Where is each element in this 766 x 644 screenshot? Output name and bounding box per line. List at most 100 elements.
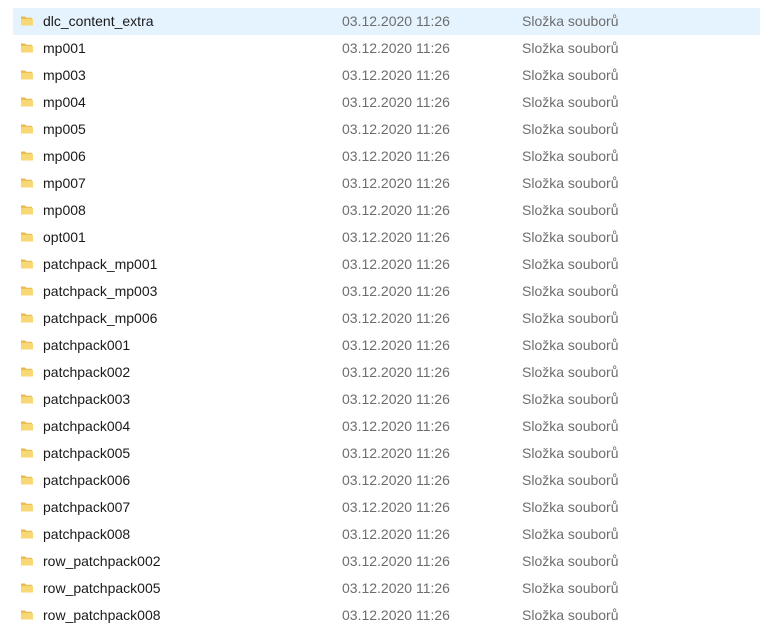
file-date-modified: 03.12.2020 11:26	[342, 337, 450, 353]
file-row[interactable]: patchpack007 03.12.2020 11:26 Složka sou…	[13, 494, 760, 521]
file-row[interactable]: row_patchpack008 03.12.2020 11:26 Složka…	[13, 602, 760, 629]
file-type: Složka souborů	[522, 202, 619, 218]
file-name: opt001	[43, 229, 86, 245]
file-type: Složka souborů	[522, 499, 619, 515]
file-name: mp003	[43, 67, 86, 83]
folder-icon	[20, 527, 34, 541]
file-row[interactable]: mp007 03.12.2020 11:26 Složka souborů	[13, 170, 760, 197]
file-name: row_patchpack008	[43, 607, 161, 623]
folder-icon	[20, 446, 34, 460]
file-date-modified: 03.12.2020 11:26	[342, 148, 450, 164]
file-name: row_patchpack002	[43, 553, 161, 569]
file-name: mp008	[43, 202, 86, 218]
folder-icon	[20, 41, 34, 55]
file-date-modified: 03.12.2020 11:26	[342, 310, 450, 326]
file-name: patchpack_mp006	[43, 310, 158, 326]
file-date-modified: 03.12.2020 11:26	[342, 94, 450, 110]
file-name: patchpack_mp001	[43, 256, 158, 272]
file-date-modified: 03.12.2020 11:26	[342, 67, 450, 83]
file-type: Složka souborů	[522, 94, 619, 110]
file-row[interactable]: patchpack003 03.12.2020 11:26 Složka sou…	[13, 386, 760, 413]
file-row[interactable]: patchpack002 03.12.2020 11:26 Složka sou…	[13, 359, 760, 386]
file-date-modified: 03.12.2020 11:26	[342, 418, 450, 434]
file-type: Složka souborů	[522, 472, 619, 488]
file-row[interactable]: patchpack001 03.12.2020 11:26 Složka sou…	[13, 332, 760, 359]
folder-icon	[20, 500, 34, 514]
folder-icon	[20, 230, 34, 244]
file-row[interactable]: patchpack_mp001 03.12.2020 11:26 Složka …	[13, 251, 760, 278]
folder-icon	[20, 68, 34, 82]
folder-icon	[20, 176, 34, 190]
folder-icon	[20, 14, 34, 28]
file-type: Složka souborů	[522, 580, 619, 596]
file-date-modified: 03.12.2020 11:26	[342, 175, 450, 191]
file-row[interactable]: opt001 03.12.2020 11:26 Složka souborů	[13, 224, 760, 251]
file-type: Složka souborů	[522, 310, 619, 326]
file-type: Složka souborů	[522, 418, 619, 434]
file-type: Složka souborů	[522, 13, 619, 29]
file-type: Složka souborů	[522, 148, 619, 164]
file-row[interactable]: patchpack006 03.12.2020 11:26 Složka sou…	[13, 467, 760, 494]
file-name: patchpack005	[43, 445, 131, 461]
file-date-modified: 03.12.2020 11:26	[342, 391, 450, 407]
file-row[interactable]: mp006 03.12.2020 11:26 Složka souborů	[13, 143, 760, 170]
file-type: Složka souborů	[522, 40, 619, 56]
file-date-modified: 03.12.2020 11:26	[342, 607, 450, 623]
folder-icon	[20, 257, 34, 271]
folder-icon	[20, 608, 34, 622]
file-name: mp004	[43, 94, 86, 110]
file-name: dlc_content_extra	[43, 13, 154, 29]
file-name: mp005	[43, 121, 86, 137]
file-name: patchpack007	[43, 499, 131, 515]
file-row[interactable]: mp004 03.12.2020 11:26 Složka souborů	[13, 89, 760, 116]
folder-icon	[20, 284, 34, 298]
folder-icon	[20, 581, 34, 595]
file-type: Složka souborů	[522, 121, 619, 137]
file-date-modified: 03.12.2020 11:26	[342, 40, 450, 56]
file-type: Složka souborů	[522, 553, 619, 569]
folder-icon	[20, 554, 34, 568]
file-name: mp001	[43, 40, 86, 56]
file-type: Složka souborů	[522, 391, 619, 407]
folder-icon	[20, 203, 34, 217]
file-date-modified: 03.12.2020 11:26	[342, 13, 450, 29]
file-name: patchpack008	[43, 526, 131, 542]
file-row[interactable]: patchpack_mp006 03.12.2020 11:26 Složka …	[13, 305, 760, 332]
file-row[interactable]: mp008 03.12.2020 11:26 Složka souborů	[13, 197, 760, 224]
file-name: patchpack_mp003	[43, 283, 158, 299]
file-date-modified: 03.12.2020 11:26	[342, 121, 450, 137]
file-type: Složka souborů	[522, 526, 619, 542]
file-date-modified: 03.12.2020 11:26	[342, 580, 450, 596]
file-row[interactable]: row_patchpack005 03.12.2020 11:26 Složka…	[13, 575, 760, 602]
file-name: row_patchpack005	[43, 580, 161, 596]
file-date-modified: 03.12.2020 11:26	[342, 526, 450, 542]
file-row[interactable]: dlc_content_extra 03.12.2020 11:26 Složk…	[13, 8, 760, 35]
folder-icon	[20, 122, 34, 136]
file-name: mp007	[43, 175, 86, 191]
file-row[interactable]: row_patchpack002 03.12.2020 11:26 Složka…	[13, 548, 760, 575]
folder-icon	[20, 95, 34, 109]
folder-icon	[20, 419, 34, 433]
file-row[interactable]: mp005 03.12.2020 11:26 Složka souborů	[13, 116, 760, 143]
file-type: Složka souborů	[522, 607, 619, 623]
file-row[interactable]: patchpack_mp003 03.12.2020 11:26 Složka …	[13, 278, 760, 305]
file-date-modified: 03.12.2020 11:26	[342, 499, 450, 515]
file-type: Složka souborů	[522, 364, 619, 380]
folder-icon	[20, 149, 34, 163]
folder-icon	[20, 365, 34, 379]
folder-icon	[20, 311, 34, 325]
file-row[interactable]: patchpack004 03.12.2020 11:26 Složka sou…	[13, 413, 760, 440]
file-row[interactable]: mp003 03.12.2020 11:26 Složka souborů	[13, 62, 760, 89]
folder-icon	[20, 473, 34, 487]
file-name: patchpack004	[43, 418, 131, 434]
file-name: patchpack003	[43, 391, 131, 407]
folder-icon	[20, 392, 34, 406]
file-row[interactable]: patchpack005 03.12.2020 11:26 Složka sou…	[13, 440, 760, 467]
file-type: Složka souborů	[522, 256, 619, 272]
file-row[interactable]: mp001 03.12.2020 11:26 Složka souborů	[13, 35, 760, 62]
file-type: Složka souborů	[522, 445, 619, 461]
file-type: Složka souborů	[522, 67, 619, 83]
file-row[interactable]: patchpack008 03.12.2020 11:26 Složka sou…	[13, 521, 760, 548]
file-list: dlc_content_extra 03.12.2020 11:26 Složk…	[0, 0, 766, 644]
file-type: Složka souborů	[522, 283, 619, 299]
